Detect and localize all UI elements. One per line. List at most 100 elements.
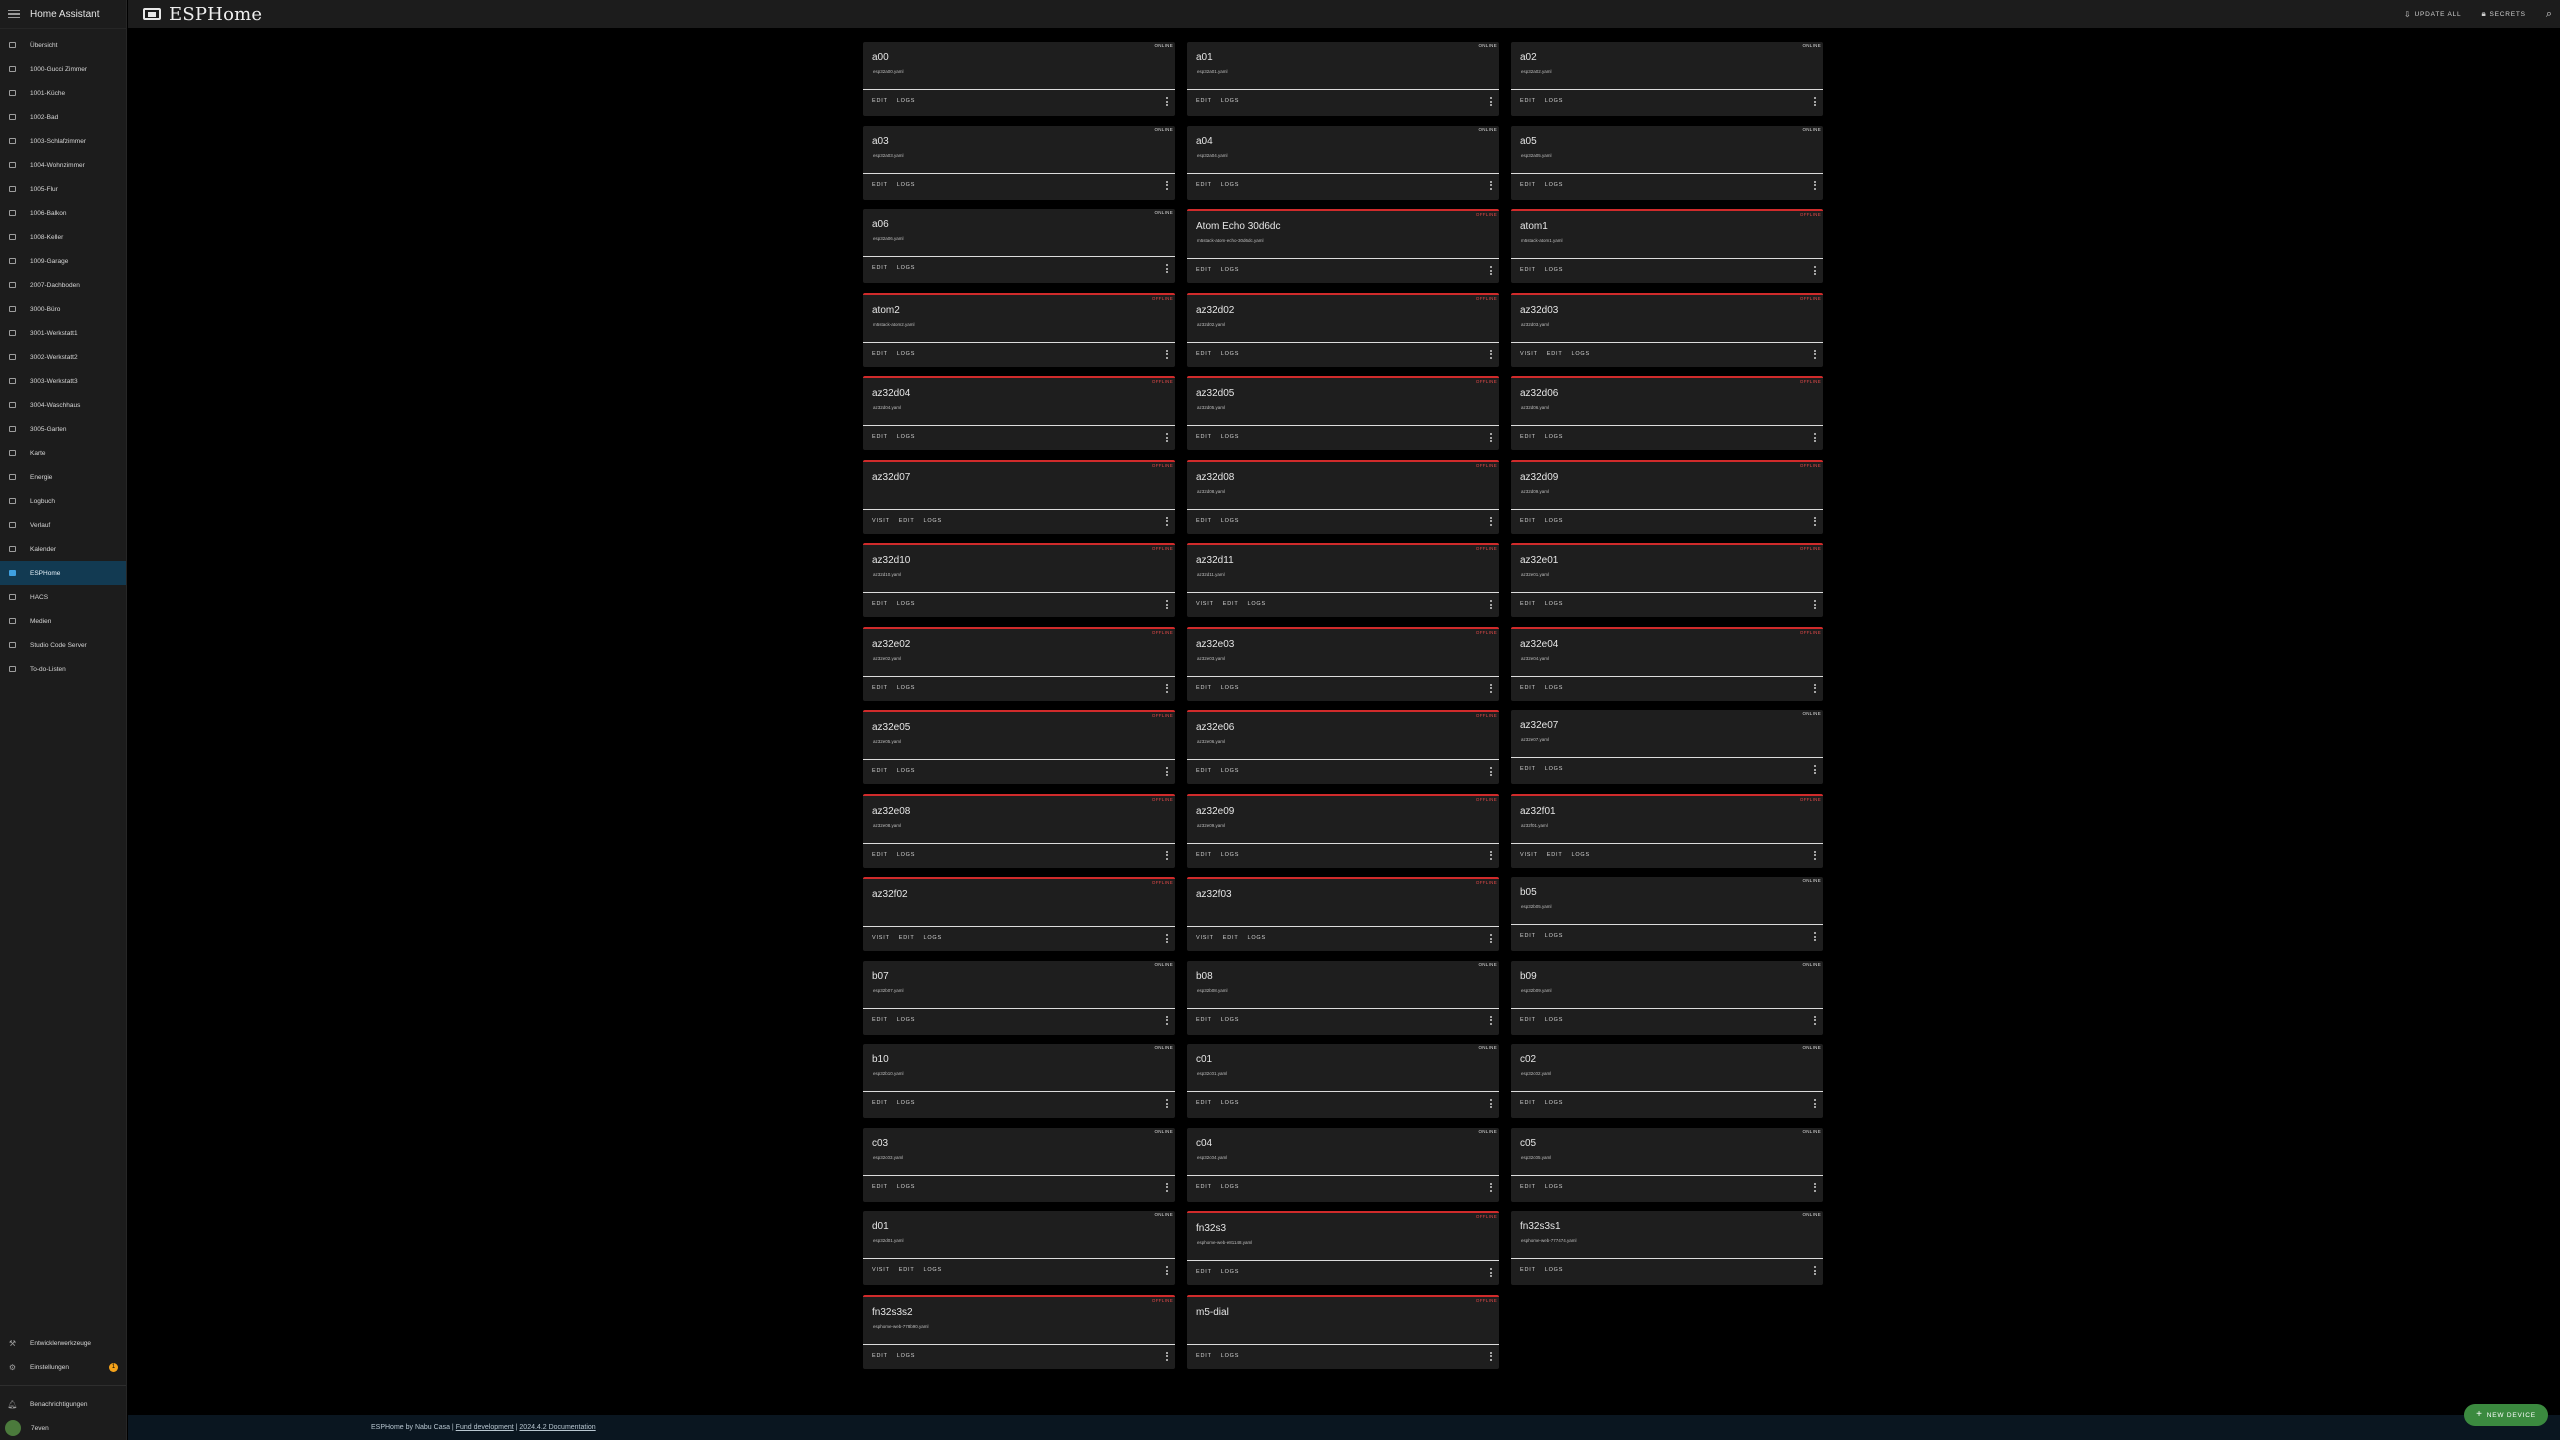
edit-button[interactable]: EDIT [1196,852,1212,858]
logs-button[interactable]: LOGS [1221,685,1239,691]
sidebar-item-bersicht[interactable]: Übersicht [0,33,126,57]
more-vert-icon[interactable] [1814,1266,1817,1275]
logs-button[interactable]: LOGS [897,601,915,607]
visit-button[interactable]: VISIT [1520,852,1538,858]
edit-button[interactable]: EDIT [1520,685,1536,691]
visit-button[interactable]: VISIT [872,1267,890,1273]
edit-button[interactable]: EDIT [1196,1017,1212,1023]
more-vert-icon[interactable] [1490,850,1493,860]
logs-button[interactable]: LOGS [924,935,942,941]
more-vert-icon[interactable] [1490,1015,1493,1025]
edit-button[interactable]: EDIT [1547,852,1563,858]
more-vert-icon[interactable] [1166,349,1169,359]
edit-button[interactable]: EDIT [872,265,888,271]
sidebar-item-settings[interactable]: ⚙ Einstellungen 1 [0,1355,126,1379]
more-vert-icon[interactable] [1490,433,1493,442]
logs-button[interactable]: LOGS [1221,1100,1239,1106]
new-device-button[interactable]: + NEW DEVICE [2464,1404,2548,1426]
edit-button[interactable]: EDIT [872,685,888,691]
sidebar-item-medien[interactable]: Medien [0,609,126,633]
edit-button[interactable]: EDIT [1520,434,1536,440]
sidebar-item-1005-flur[interactable]: 1005-Flur [0,177,126,201]
logs-button[interactable]: LOGS [1221,182,1239,188]
sidebar-item-1004-wohnzimmer[interactable]: 1004-Wohnzimmer [0,153,126,177]
documentation-link[interactable]: 2024.4.2 Documentation [519,1424,595,1431]
edit-button[interactable]: EDIT [1196,182,1212,188]
sidebar-item-notifications[interactable]: 🔔︎ Benachrichtigungen [0,1392,126,1416]
more-vert-icon[interactable] [1814,1182,1817,1192]
visit-button[interactable]: VISIT [872,518,890,524]
edit-button[interactable]: EDIT [1196,685,1212,691]
sidebar-item-1001-k-che[interactable]: 1001-Küche [0,81,126,105]
more-vert-icon[interactable] [1166,1351,1169,1361]
edit-button[interactable]: EDIT [1520,766,1536,772]
logs-button[interactable]: LOGS [924,1267,942,1273]
logs-button[interactable]: LOGS [1221,1017,1239,1023]
edit-button[interactable]: EDIT [872,351,888,357]
sidebar-item-energie[interactable]: Energie [0,465,126,489]
edit-button[interactable]: EDIT [1196,351,1212,357]
more-vert-icon[interactable] [1490,600,1493,609]
sidebar-item-kalender[interactable]: Kalender [0,537,126,561]
edit-button[interactable]: EDIT [899,1267,915,1273]
logs-button[interactable]: LOGS [1545,518,1563,524]
sidebar-item-1006-balkon[interactable]: 1006-Balkon [0,201,126,225]
edit-button[interactable]: EDIT [1520,1017,1536,1023]
logs-button[interactable]: LOGS [897,1184,915,1190]
more-vert-icon[interactable] [1166,97,1169,106]
logs-button[interactable]: LOGS [1545,1184,1563,1190]
more-vert-icon[interactable] [1490,1351,1493,1361]
sidebar-item-studio-code-server[interactable]: Studio Code Server [0,633,126,657]
edit-button[interactable]: EDIT [1196,1100,1212,1106]
logs-button[interactable]: LOGS [1221,518,1239,524]
logs-button[interactable]: LOGS [1221,1269,1239,1275]
edit-button[interactable]: EDIT [872,601,888,607]
sidebar-item-dev-tools[interactable]: ⚒ Entwicklerwerkzeuge [0,1331,126,1355]
more-vert-icon[interactable] [1814,349,1817,359]
edit-button[interactable]: EDIT [872,182,888,188]
more-vert-icon[interactable] [1166,934,1169,943]
sidebar-item-1008-keller[interactable]: 1008-Keller [0,225,126,249]
edit-button[interactable]: EDIT [1196,1269,1212,1275]
edit-button[interactable]: EDIT [1520,601,1536,607]
logs-button[interactable]: LOGS [1545,98,1563,104]
more-vert-icon[interactable] [1490,1268,1493,1277]
edit-button[interactable]: EDIT [1520,518,1536,524]
edit-button[interactable]: EDIT [1520,1100,1536,1106]
update-all-button[interactable]: ⇩ UPDATE ALL [2404,10,2461,19]
logs-button[interactable]: LOGS [1545,1100,1563,1106]
logs-button[interactable]: LOGS [1572,852,1590,858]
edit-button[interactable]: EDIT [872,1353,888,1359]
logs-button[interactable]: LOGS [1221,434,1239,440]
logs-button[interactable]: LOGS [897,1353,915,1359]
more-vert-icon[interactable] [1166,1099,1169,1108]
sidebar-item-hacs[interactable]: HACS [0,585,126,609]
more-vert-icon[interactable] [1166,683,1169,693]
fund-development-link[interactable]: Fund development [456,1424,514,1431]
edit-button[interactable]: EDIT [872,1184,888,1190]
logs-button[interactable]: LOGS [1545,1017,1563,1023]
edit-button[interactable]: EDIT [1520,1184,1536,1190]
edit-button[interactable]: EDIT [1196,1353,1212,1359]
more-vert-icon[interactable] [1814,932,1817,941]
edit-button[interactable]: EDIT [1520,182,1536,188]
more-vert-icon[interactable] [1814,1015,1817,1025]
sidebar-item-logbuch[interactable]: Logbuch [0,489,126,513]
logs-button[interactable]: LOGS [1221,98,1239,104]
edit-button[interactable]: EDIT [1520,98,1536,104]
edit-button[interactable]: EDIT [872,1100,888,1106]
edit-button[interactable]: EDIT [872,98,888,104]
logs-button[interactable]: LOGS [897,852,915,858]
more-vert-icon[interactable] [1166,264,1169,273]
more-vert-icon[interactable] [1490,97,1493,106]
logs-button[interactable]: LOGS [897,98,915,104]
sidebar-item-3001-werkstatt1[interactable]: 3001-Werkstatt1 [0,321,126,345]
edit-button[interactable]: EDIT [1196,267,1212,273]
visit-button[interactable]: VISIT [1196,935,1214,941]
more-vert-icon[interactable] [1814,765,1817,774]
sidebar-item-karte[interactable]: Karte [0,441,126,465]
logs-button[interactable]: LOGS [897,768,915,774]
logs-button[interactable]: LOGS [1221,768,1239,774]
secrets-button[interactable]: 🔒︎ SECRETS [2481,9,2525,19]
menu-icon[interactable] [8,9,20,19]
